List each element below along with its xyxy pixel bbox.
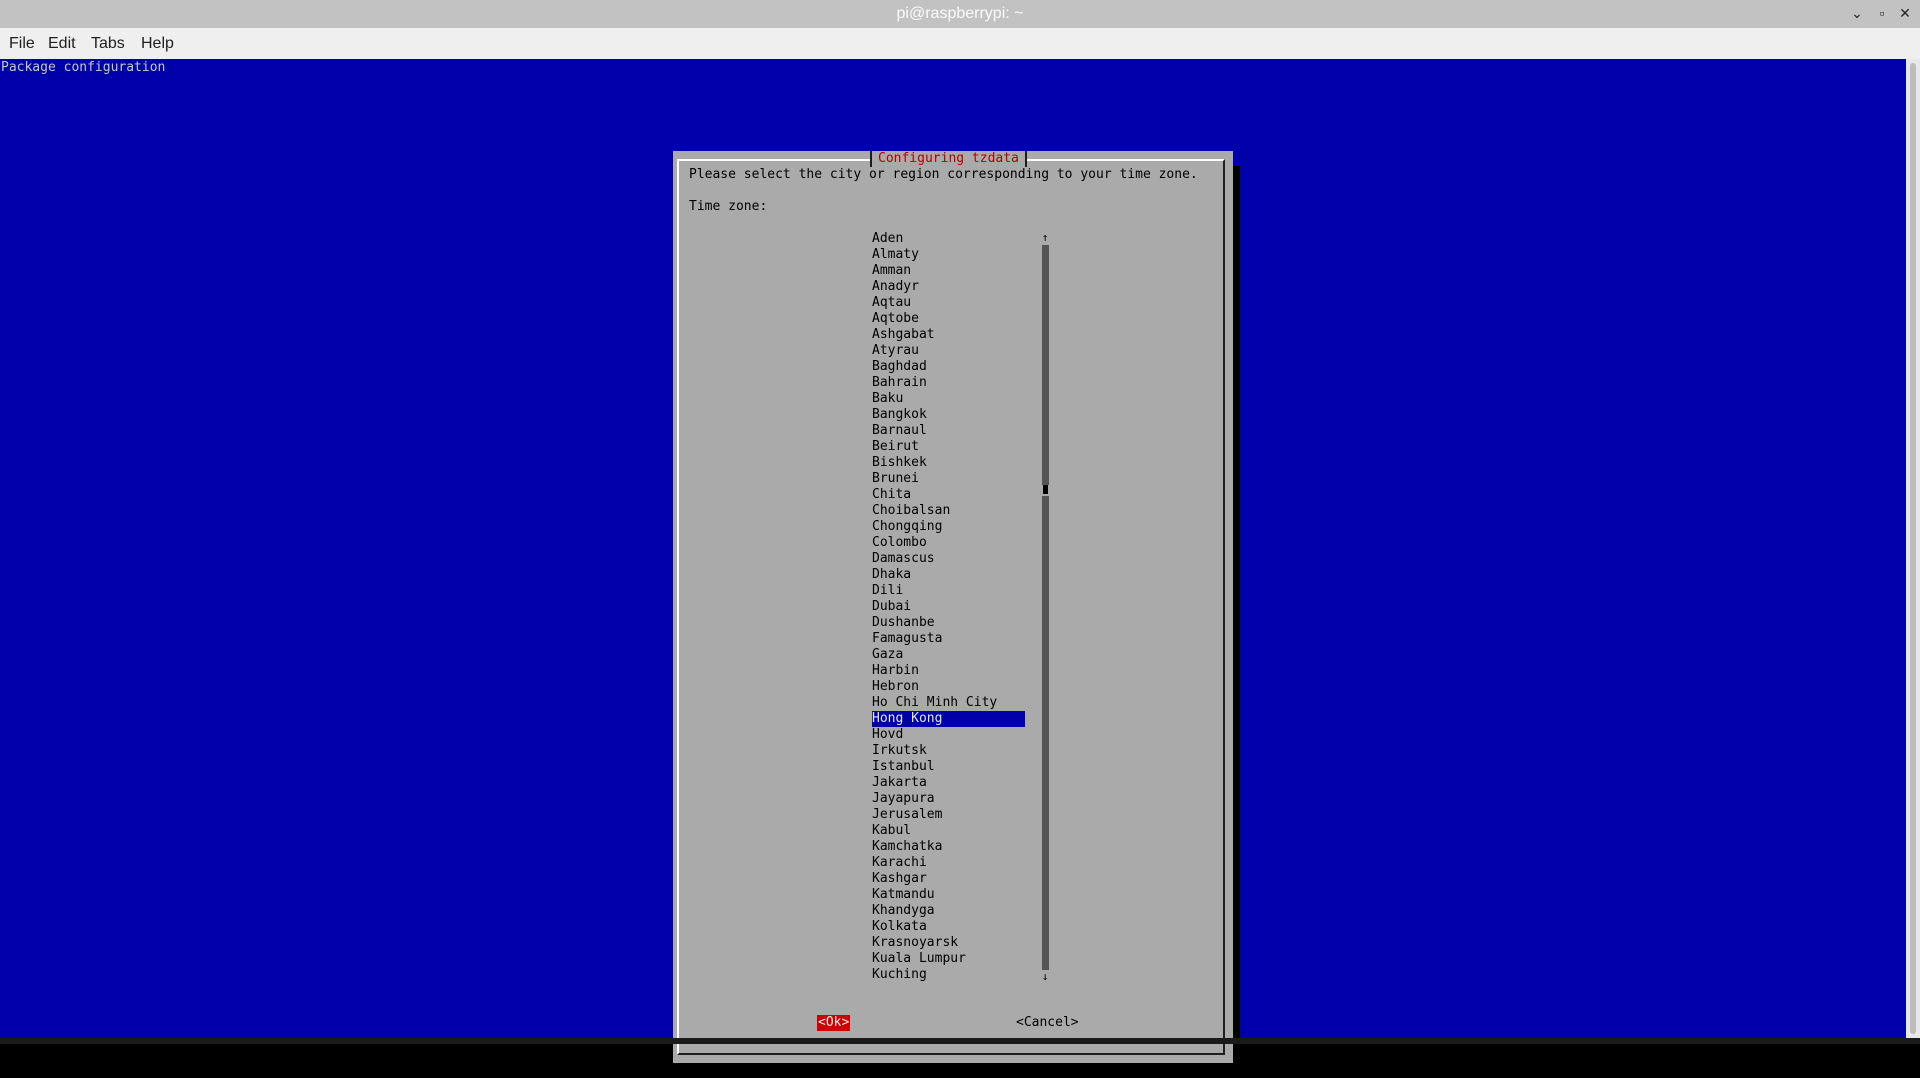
menu-edit[interactable]: Edit [48,28,76,59]
time-zone-option[interactable]: Kashgar [872,871,1025,887]
cancel-button[interactable]: <Cancel> [1016,1015,1079,1031]
time-zone-option[interactable]: Jerusalem [872,807,1025,823]
time-zone-option[interactable]: Chita [872,487,1025,503]
time-zone-option[interactable]: Beirut [872,439,1025,455]
time-zone-option[interactable]: Kamchatka [872,839,1025,855]
scroll-down-arrow-icon[interactable]: ↓ [1041,970,1049,984]
time-zone-option-selected[interactable]: Hong Kong [872,711,1025,727]
scroll-track-upper[interactable] [1042,245,1049,485]
time-zone-option[interactable]: Dushanbe [872,615,1025,631]
menu-tabs[interactable]: Tabs [91,28,125,59]
time-zone-option[interactable]: Baghdad [872,359,1025,375]
scroll-track-lower[interactable] [1042,496,1049,970]
time-zone-option[interactable]: Kuching [872,967,1025,983]
scroll-position-marker[interactable] [1043,485,1048,494]
ok-button[interactable]: <Ok> [817,1015,851,1031]
dialog-prompt: Please select the city or region corresp… [689,167,1198,182]
time-zone-option[interactable]: Aqtobe [872,311,1025,327]
dialog-title: Configuring tzdata [870,151,1027,167]
time-zone-option[interactable]: Almaty [872,247,1025,263]
time-zone-option[interactable]: Kolkata [872,919,1025,935]
time-zone-option[interactable]: Damascus [872,551,1025,567]
package-configuration-header: Package configuration [1,60,166,75]
terminal-scrollbar[interactable] [1906,59,1920,1038]
time-zone-list[interactable]: Aden Almaty Amman Anadyr Aqtau Aqtobe Ashgabat… [872,231,1025,983]
time-zone-option[interactable]: Ho Chi Minh City [872,695,1025,711]
time-zone-option[interactable]: Dhaka [872,567,1025,583]
time-zone-option[interactable]: Aden [872,231,1025,247]
time-zone-option[interactable]: Anadyr [872,279,1025,295]
maximize-icon[interactable]: ▫ [1873,4,1891,22]
time-zone-option[interactable]: Colombo [872,535,1025,551]
window-title: pi@raspberrypi: ~ [896,5,1024,22]
time-zone-option[interactable]: Gaza [872,647,1025,663]
time-zone-option[interactable]: Katmandu [872,887,1025,903]
time-zone-option[interactable]: Bangkok [872,407,1025,423]
time-zone-option[interactable]: Barnaul [872,423,1025,439]
time-zone-option[interactable]: Baku [872,391,1025,407]
time-zone-option[interactable]: Kuala Lumpur [872,951,1025,967]
time-zone-option[interactable]: Chongqing [872,519,1025,535]
time-zone-option[interactable]: Bahrain [872,375,1025,391]
time-zone-option[interactable]: Jakarta [872,775,1025,791]
time-zone-option[interactable]: Famagusta [872,631,1025,647]
scroll-up-arrow-icon[interactable]: ↑ [1041,231,1049,245]
time-zone-option[interactable]: Aqtau [872,295,1025,311]
time-zone-option[interactable]: Dili [872,583,1025,599]
close-icon[interactable]: ✕ [1896,4,1914,22]
window-titlebar: pi@raspberrypi: ~ ⌄ ▫ ✕ [0,0,1920,28]
time-zone-option[interactable]: Irkutsk [872,743,1025,759]
time-zone-option[interactable]: Amman [872,263,1025,279]
time-zone-option[interactable]: Khandyga [872,903,1025,919]
time-zone-option[interactable]: Jayapura [872,791,1025,807]
list-scrollbar[interactable]: ↑ ↓ [1041,231,1049,983]
time-zone-option[interactable]: Hovd [872,727,1025,743]
time-zone-option[interactable]: Atyrau [872,343,1025,359]
tzdata-dialog: Configuring tzdata Please select the cit… [673,151,1233,1063]
window-bottom-edge [0,1038,1920,1044]
time-zone-option[interactable]: Krasnoyarsk [872,935,1025,951]
time-zone-option[interactable]: Kabul [872,823,1025,839]
time-zone-option[interactable]: Choibalsan [872,503,1025,519]
menu-bar: File Edit Tabs Help [0,28,1920,60]
time-zone-option[interactable]: Istanbul [872,759,1025,775]
time-zone-label: Time zone: [689,199,768,214]
time-zone-option[interactable]: Karachi [872,855,1025,871]
time-zone-option[interactable]: Brunei [872,471,1025,487]
time-zone-option[interactable]: Dubai [872,599,1025,615]
terminal-area[interactable]: Package configuration Configuring tzdata… [0,59,1906,1078]
minimize-icon[interactable]: ⌄ [1848,4,1866,22]
terminal-scrollbar-thumb[interactable] [1910,63,1916,1034]
time-zone-option[interactable]: Ashgabat [872,327,1025,343]
time-zone-option[interactable]: Harbin [872,663,1025,679]
menu-file[interactable]: File [9,28,35,59]
menu-help[interactable]: Help [141,28,174,59]
time-zone-option[interactable]: Bishkek [872,455,1025,471]
time-zone-option[interactable]: Hebron [872,679,1025,695]
